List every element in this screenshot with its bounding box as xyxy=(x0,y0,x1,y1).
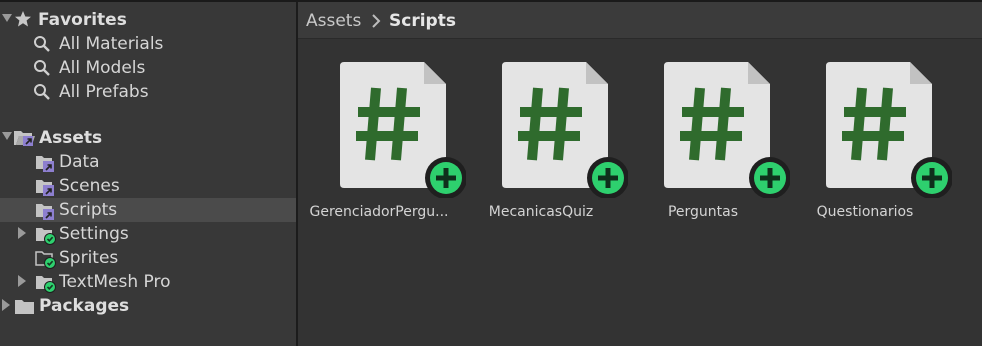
project-tree[interactable]: Favorites All Materials All Models All P… xyxy=(0,2,296,346)
tree-item-textmesh-pro[interactable]: TextMesh Pro xyxy=(0,270,296,294)
folder-label: Settings xyxy=(59,224,129,244)
tree-item-all-materials[interactable]: All Materials xyxy=(0,32,296,56)
assets-label: Assets xyxy=(39,128,103,148)
tree-item-sprites[interactable]: Sprites xyxy=(0,246,296,270)
expanded-arrow-icon[interactable] xyxy=(1,130,13,142)
star-icon xyxy=(15,11,31,27)
file-tile[interactable]: Questionarios xyxy=(784,62,952,228)
folder-link-icon xyxy=(36,180,54,196)
all-materials-label: All Materials xyxy=(59,34,164,54)
breadcrumb-scripts[interactable]: Scripts xyxy=(389,11,456,31)
file-name: GerenciadorPergu... xyxy=(309,204,449,220)
csharp-script-icon xyxy=(340,62,466,198)
tree-item-scenes[interactable]: Scenes xyxy=(0,174,296,198)
packages-label: Packages xyxy=(39,296,130,316)
tree-item-scripts[interactable]: Scripts xyxy=(0,198,296,222)
tree-item-data[interactable]: Data xyxy=(0,150,296,174)
folder-label: Scenes xyxy=(59,176,120,196)
search-icon xyxy=(34,36,50,52)
all-models-label: All Models xyxy=(59,58,146,78)
collapsed-arrow-icon[interactable] xyxy=(16,226,28,240)
folder-label: TextMesh Pro xyxy=(59,272,171,292)
favorites-label: Favorites xyxy=(38,10,127,30)
folder-link-icon xyxy=(36,156,54,172)
csharp-script-icon xyxy=(502,62,628,198)
tree-item-packages[interactable]: Packages xyxy=(0,294,296,318)
folder-label: Data xyxy=(59,152,100,172)
project-content: Assets Scripts GerenciadorPergu... Mecan… xyxy=(298,2,982,346)
expanded-arrow-icon[interactable] xyxy=(1,12,13,24)
tree-item-assets[interactable]: Assets xyxy=(0,126,296,150)
folder-link-icon xyxy=(36,204,54,220)
collapsed-arrow-icon[interactable] xyxy=(0,298,12,312)
folder-label: Sprites xyxy=(59,248,119,268)
breadcrumb-assets[interactable]: Assets xyxy=(306,11,361,31)
folder-check-icon xyxy=(36,228,56,245)
csharp-script-icon xyxy=(664,62,790,198)
collapsed-arrow-icon[interactable] xyxy=(16,274,28,288)
file-tile[interactable]: Perguntas xyxy=(622,62,790,228)
breadcrumb: Assets Scripts xyxy=(298,2,982,39)
folder-check-icon xyxy=(36,276,56,293)
all-prefabs-label: All Prefabs xyxy=(59,82,149,102)
csharp-script-icon xyxy=(826,62,952,198)
search-icon xyxy=(34,84,50,100)
breadcrumb-separator-icon xyxy=(372,14,381,28)
open-folder-link-icon xyxy=(14,131,35,146)
tree-item-settings[interactable]: Settings xyxy=(0,222,296,246)
file-name: MecanicasQuiz xyxy=(488,204,594,220)
file-tile[interactable]: GerenciadorPergu... xyxy=(298,62,466,228)
folder-label: Scripts xyxy=(59,200,118,220)
tree-item-favorites[interactable]: Favorites xyxy=(0,8,296,32)
folder-check-icon xyxy=(35,251,56,269)
folder-icon xyxy=(15,300,34,314)
file-name: Questionarios xyxy=(816,204,914,220)
tree-item-all-prefabs[interactable]: All Prefabs xyxy=(0,80,296,104)
file-tile[interactable]: MecanicasQuiz xyxy=(460,62,628,228)
tree-item-all-models[interactable]: All Models xyxy=(0,56,296,80)
file-name: Perguntas xyxy=(667,204,739,220)
search-icon xyxy=(34,60,50,76)
